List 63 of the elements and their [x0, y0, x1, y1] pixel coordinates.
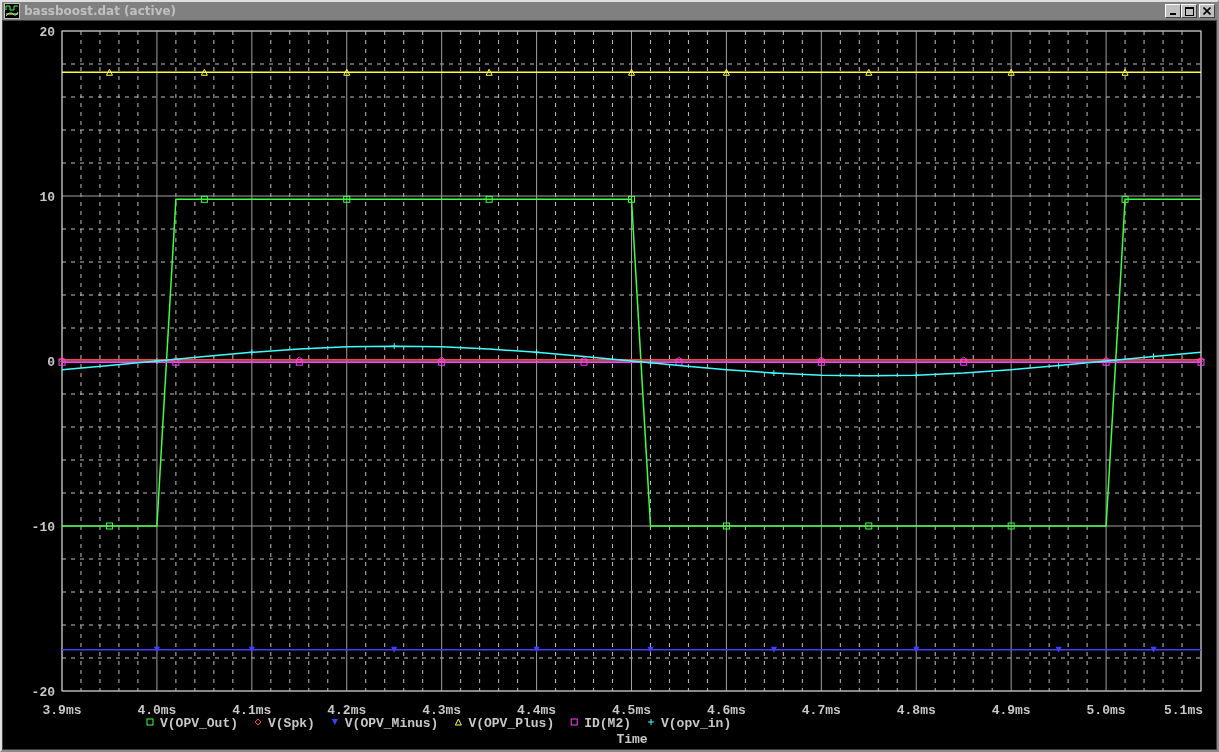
window-title: bassboost.dat (active) — [24, 4, 178, 18]
point — [485, 195, 493, 203]
point — [1007, 68, 1015, 76]
maximize-icon — [1184, 6, 1194, 16]
point — [1150, 646, 1157, 653]
x-tick-label: 4.2ms — [327, 703, 367, 718]
x-tick-label: 4.7ms — [801, 703, 841, 718]
y-tick-label: 10 — [39, 190, 55, 205]
legend-label: V(OPV_Minus) — [344, 716, 439, 731]
point — [865, 68, 873, 76]
legend-label: V(opv_in) — [661, 716, 732, 731]
minimize-button[interactable] — [1165, 4, 1181, 18]
point — [1121, 195, 1129, 203]
legend-label: V(OPV_Plus) — [468, 716, 555, 731]
legend-label: V(Spk) — [268, 716, 315, 731]
point — [722, 68, 730, 76]
point — [533, 646, 540, 653]
point — [770, 369, 778, 377]
point — [200, 68, 208, 76]
close-icon — [1203, 7, 1211, 15]
point — [1150, 352, 1158, 360]
x-tick-label: 5.1ms — [1164, 703, 1203, 718]
point — [105, 68, 113, 76]
point — [628, 68, 635, 76]
x-tick-label: 4.4ms — [517, 703, 557, 718]
point — [628, 195, 635, 203]
point — [343, 195, 351, 203]
x-tick-label: 4.5ms — [612, 703, 651, 718]
point — [1007, 522, 1015, 530]
x-tick-label: 4.9ms — [991, 703, 1031, 718]
x-tick-label: 4.6ms — [706, 703, 746, 718]
legend-label: V(OPV_Out) — [160, 716, 238, 731]
point — [647, 646, 654, 653]
legend-label: ID(M2) — [584, 716, 631, 731]
x-tick-label: 4.8ms — [896, 703, 936, 718]
y-tick-label: -10 — [31, 520, 55, 535]
point — [248, 348, 256, 356]
point — [153, 646, 160, 653]
maximize-button[interactable] — [1181, 4, 1197, 18]
y-tick-label: 0 — [47, 355, 55, 370]
x-tick-label: 3.9ms — [42, 703, 82, 718]
point — [390, 342, 398, 350]
close-button[interactable] — [1199, 4, 1215, 18]
point — [865, 522, 873, 530]
point — [533, 348, 541, 356]
x-tick-label: 4.1ms — [232, 703, 272, 718]
x-tick-label: 4.0ms — [137, 703, 177, 718]
point — [200, 195, 208, 203]
point — [1121, 68, 1129, 76]
point — [153, 357, 161, 365]
point — [646, 359, 654, 367]
point — [1055, 362, 1063, 370]
point — [912, 371, 920, 379]
y-tick-label: 20 — [39, 25, 55, 40]
point — [343, 68, 351, 76]
x-tick-label: 5.0ms — [1086, 703, 1126, 718]
point — [722, 522, 730, 530]
point — [485, 68, 493, 76]
point — [105, 522, 113, 530]
x-tick-label: 4.3ms — [422, 703, 462, 718]
y-tick-label: -20 — [31, 685, 55, 700]
x-axis-label: Time — [616, 732, 648, 747]
point — [770, 646, 777, 653]
